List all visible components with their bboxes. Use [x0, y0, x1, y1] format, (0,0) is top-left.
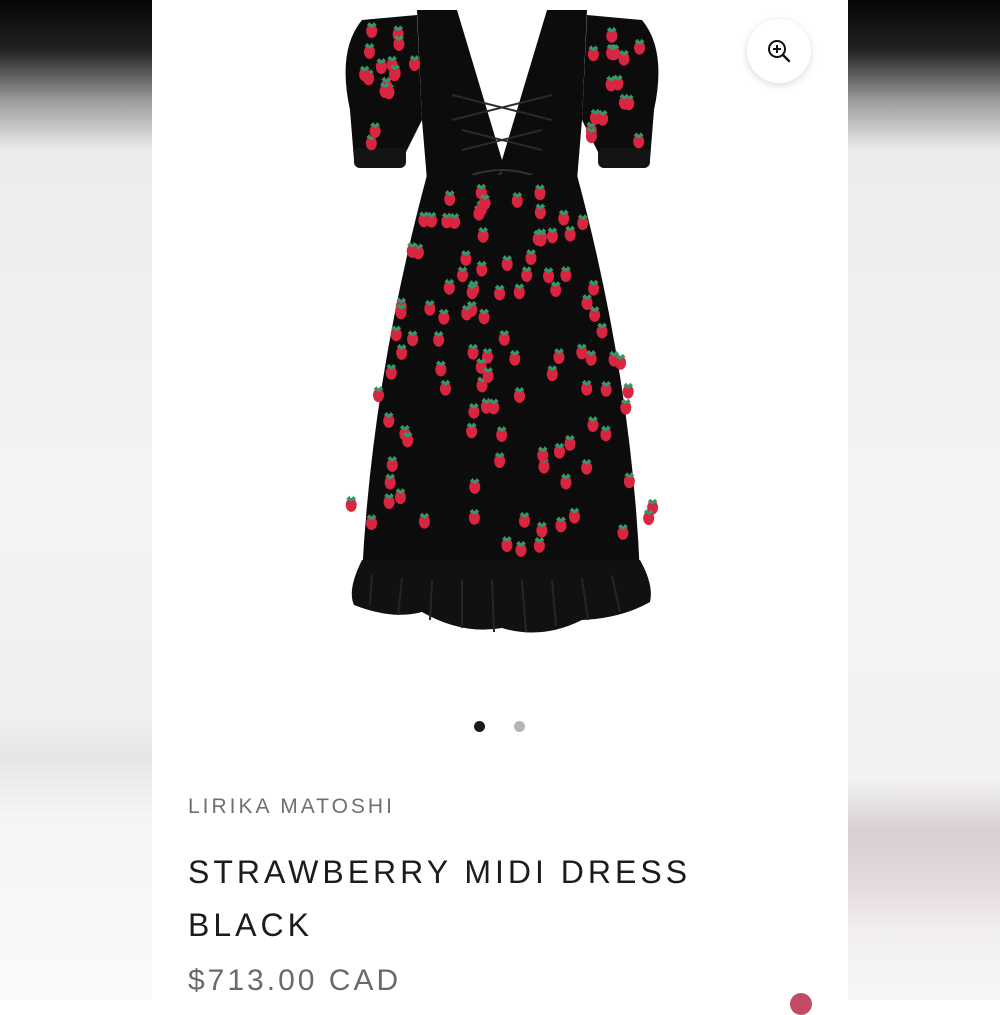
zoom-in-icon [768, 40, 791, 63]
gallery-dot-1[interactable] [474, 721, 485, 732]
product-price: $713.00 CAD [188, 964, 402, 997]
blurred-background-right [848, 0, 1000, 1000]
blurred-background-left [0, 0, 152, 1000]
partial-floating-button[interactable] [790, 993, 812, 1015]
gallery-dot-2[interactable] [514, 721, 525, 732]
gallery-pagination [474, 721, 525, 732]
zoom-button[interactable] [747, 19, 811, 83]
brand-name[interactable]: LIRIKA MATOSHI [188, 795, 395, 819]
product-image-dress[interactable] [332, 0, 672, 660]
product-title: STRAWBERRY MIDI DRESS BLACK [188, 854, 692, 943]
product-panel: LIRIKA MATOSHI STRAWBERRY MIDI DRESS BLA… [152, 0, 848, 1000]
